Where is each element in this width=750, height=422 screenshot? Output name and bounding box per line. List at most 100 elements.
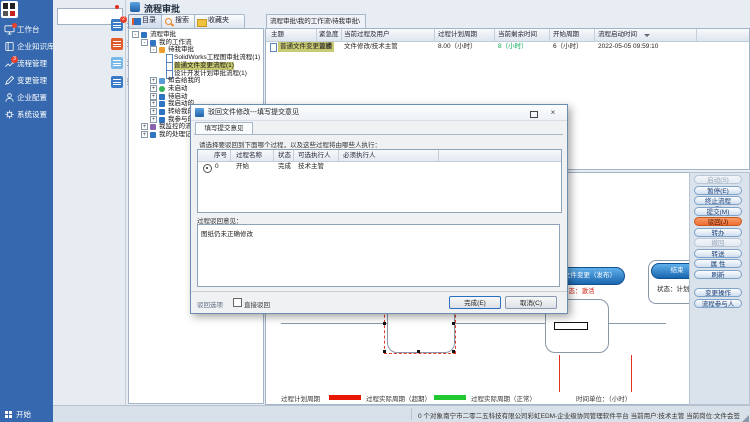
cell-planned: 8.00（小时） bbox=[438, 42, 477, 52]
dcol-status: 状态 bbox=[278, 150, 291, 161]
start-grid-icon bbox=[5, 411, 12, 418]
change-operation-button[interactable]: 变更操作 bbox=[694, 288, 742, 297]
withdraw-button[interactable]: 撤回 bbox=[694, 238, 742, 247]
start-process-button[interactable]: 启动(S) bbox=[694, 175, 742, 184]
dialog-table-header: 序号 过程名称 状态 可选执行人 必须执行人 bbox=[198, 150, 561, 162]
tab-divider bbox=[194, 134, 563, 135]
sidebar-item-label: 流程管理 bbox=[17, 56, 47, 71]
sidebar-item-knowledge[interactable]: 企业知识库 bbox=[0, 39, 53, 54]
maximize-button[interactable] bbox=[527, 108, 539, 118]
start-label: 开始 bbox=[16, 407, 31, 422]
col-urgency[interactable]: 紧急度 bbox=[319, 29, 339, 41]
pencil-icon bbox=[4, 75, 15, 86]
direct-reject-checkbox[interactable] bbox=[233, 298, 242, 307]
favorites-folder-icon bbox=[197, 19, 207, 27]
dialog-titlebar[interactable]: 驳回文件修改---填写提交意见 × bbox=[191, 105, 567, 121]
dcol-optional: 可选执行人 bbox=[298, 150, 331, 161]
breadcrumb[interactable]: 流程审批\我的工作流\待我审批\ bbox=[266, 14, 366, 28]
forward-button[interactable]: 转送 bbox=[694, 249, 742, 258]
sidebar-item-process-mgmt[interactable]: 3 流程管理 bbox=[0, 56, 53, 71]
dcell-optional: 技术主管 bbox=[298, 162, 324, 172]
col-subject[interactable]: 主题 bbox=[271, 29, 284, 41]
dcell-status: 完成 bbox=[278, 162, 291, 172]
legend-unit-label: 时间单位：（小时） bbox=[576, 393, 631, 403]
delegate-button[interactable]: 转办 bbox=[694, 228, 742, 237]
cell-urgency: 普通 bbox=[319, 42, 332, 52]
sidebar-item-workbench[interactable]: 工作台 bbox=[0, 22, 53, 37]
direct-reject-label: 直接驳回 bbox=[244, 299, 270, 309]
dcol-name: 过程名称 bbox=[236, 150, 262, 161]
col-planned[interactable]: 过程计划周期 bbox=[438, 29, 477, 41]
process-template-icon bbox=[111, 38, 123, 50]
cell-current: 文件修改/技术主管 bbox=[344, 42, 398, 52]
sidebar-item-label: 企业知识库 bbox=[17, 39, 55, 54]
folder-icon bbox=[159, 47, 165, 53]
sidebar-item-change-mgmt[interactable]: 变更管理 bbox=[0, 73, 53, 88]
col-start-time[interactable]: 流程启动时间 bbox=[598, 29, 637, 41]
cell-start-time: 2022-05-05 09:59:10 bbox=[598, 42, 658, 52]
reject-button[interactable]: 驳回(J) bbox=[694, 217, 742, 226]
favorites-tab-button[interactable]: 收藏夹 bbox=[194, 14, 245, 29]
status-bar: 0 个对象 南宁市二零二五科技有限公司彩虹EDM-企业级协同管理软件平台 当前用… bbox=[53, 405, 750, 422]
submit-button[interactable]: 提交(M) bbox=[694, 207, 742, 216]
object-count: 0 个对象 bbox=[418, 410, 443, 420]
sidebar-item-label: 系统设置 bbox=[17, 107, 47, 122]
duration-bar bbox=[554, 322, 588, 330]
dcol-no: 序号 bbox=[214, 150, 227, 161]
reject-options-label: 驳回选项 bbox=[197, 299, 223, 309]
catalog-icon bbox=[132, 18, 141, 25]
sort-desc-icon[interactable] bbox=[644, 34, 650, 37]
pause-button[interactable]: 暂停(E) bbox=[694, 186, 742, 195]
main-sidebar: 工作台 企业知识库 3 流程管理 变更管理 企业配置 bbox=[0, 0, 53, 422]
action-button-panel: 启动(S) 暂停(E) 终止流程(B) 提交(M) 驳回(J) 转办 撤回 转送… bbox=[689, 172, 750, 405]
timeline-marker bbox=[631, 355, 632, 392]
cell-remaining: 8（小时） bbox=[498, 42, 528, 52]
folder-icon bbox=[159, 117, 165, 123]
favorites-tab-label: 收藏夹 bbox=[208, 17, 229, 24]
book-icon bbox=[4, 41, 15, 52]
flow-node-end-status: 状态：计划 bbox=[657, 283, 690, 293]
dialog-title: 驳回文件修改---填写提交意见 bbox=[208, 107, 299, 117]
module-panel: 2 流程审批 流程模板 流程统计 整体表单统计 bbox=[53, 0, 126, 422]
col-current[interactable]: 当前过程及用户 bbox=[344, 29, 390, 41]
sidebar-item-enterprise-config[interactable]: 企业配置 bbox=[0, 90, 53, 105]
finish-button[interactable]: 完成(E) bbox=[449, 296, 501, 309]
refresh-button[interactable]: 刷新 bbox=[694, 270, 742, 279]
document-icon bbox=[270, 43, 277, 52]
radio-selected[interactable] bbox=[203, 164, 212, 173]
cancel-button[interactable]: 取消(C) bbox=[505, 296, 557, 309]
terminate-process-button[interactable]: 终止流程(B) bbox=[694, 196, 742, 205]
legend-red-bar bbox=[329, 395, 361, 400]
sidebar-item-label: 企业配置 bbox=[17, 90, 47, 105]
sidebar-item-label: 变更管理 bbox=[17, 73, 47, 88]
folder-icon bbox=[150, 132, 156, 138]
start-button[interactable]: 开始 bbox=[0, 407, 53, 422]
sidebar-item-label: 工作台 bbox=[17, 22, 40, 37]
status-icon bbox=[159, 86, 165, 92]
timeline-marker bbox=[559, 355, 560, 392]
search-icon-handle bbox=[171, 23, 174, 26]
properties-button[interactable]: 属 性 bbox=[694, 259, 742, 268]
sidebar-item-system-settings[interactable]: 系统设置 bbox=[0, 107, 53, 122]
app-window: 工作台 企业知识库 3 流程管理 变更管理 企业配置 bbox=[0, 0, 750, 422]
notification-badge: 2 bbox=[120, 16, 127, 23]
col-remaining[interactable]: 当前剩余时间 bbox=[498, 29, 537, 41]
process-participants-button[interactable]: 流程参与人 bbox=[694, 299, 742, 308]
form-stats-icon bbox=[111, 76, 123, 88]
folder-icon bbox=[159, 78, 165, 84]
close-icon[interactable]: × bbox=[547, 108, 559, 118]
status-info: 南宁市二零二五科技有限公司彩虹EDM-企业级协同管理软件平台 当前用户:技术主管… bbox=[443, 410, 740, 420]
resize-grip[interactable] bbox=[742, 415, 749, 422]
person-icon bbox=[4, 92, 15, 103]
folder-icon bbox=[150, 124, 156, 130]
legend-green-bar bbox=[434, 395, 466, 400]
table-header: 主题 紧急度 当前过程及用户 过程计划周期 当前剩余时间 开始周期 流程启动时间 bbox=[266, 29, 749, 42]
col-start-cycle[interactable]: 开始周期 bbox=[553, 29, 579, 41]
folder-icon bbox=[159, 109, 165, 115]
legend-overdue-label: 过程实际周期（超期） bbox=[366, 393, 431, 403]
dialog-footer: 驳回选项 直接驳回 完成(E) 取消(C) bbox=[191, 291, 567, 314]
dcell-name: 开始 bbox=[236, 162, 249, 172]
search-tab-label: 搜索 bbox=[175, 17, 189, 24]
folder-icon bbox=[141, 32, 147, 38]
opinion-textarea[interactable]: 图纸仍未正确修改 bbox=[197, 224, 560, 287]
